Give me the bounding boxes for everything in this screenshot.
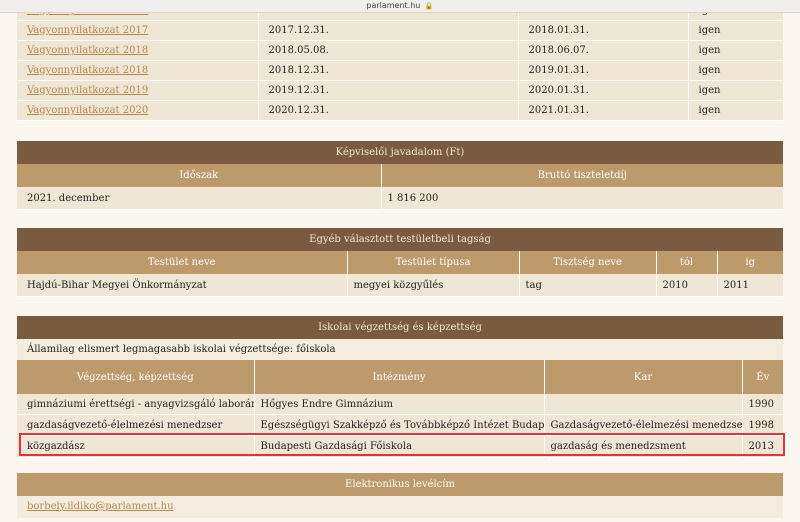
table-row: Vagyonnyilatkozat 2017 2017.12.31. 2018.…	[17, 20, 783, 41]
email-link[interactable]: borbely.ildiko@parlament.hu	[27, 501, 174, 512]
column-header: Intézmény	[254, 360, 545, 394]
section-title: Elektronikus levélcím	[17, 473, 783, 496]
table-row: Vagyonnyilatkozat 2018 2018.12.31. 2019.…	[17, 60, 783, 81]
table-row: 2021. december 1 816 200	[17, 187, 783, 210]
section-title: Iskolai végzettség és képzettség	[17, 316, 783, 339]
submission-date: 2020.01.31.	[518, 80, 689, 101]
body-name-cell: Hajdú-Bihar Megyei Önkormányzat	[17, 274, 348, 297]
domain-label: parlament.hu	[366, 1, 421, 10]
column-header: Testület típusa	[347, 251, 520, 274]
submitted-flag: igen	[688, 80, 783, 101]
wealth-declarations-table: Vagyonnyilatkozat 2016 2016.12.31. 2017.…	[17, 1, 783, 121]
submitted-flag: igen	[688, 40, 783, 61]
period-end: 2019.12.31.	[258, 80, 519, 101]
address-bar[interactable]: parlament.hu 🔒	[0, 0, 800, 13]
highest-education-line: Államilag elismert legmagasabb iskolai v…	[17, 339, 783, 360]
table-row: gazdaságvezető-élelmezési menedzser Egés…	[17, 414, 783, 436]
period-end: 2018.12.31.	[258, 60, 519, 81]
institution-cell: Egészségügyi Szakképző és Továbbképző In…	[254, 414, 545, 436]
degree-cell: gazdaságvezető-élelmezési menedzser	[17, 414, 255, 436]
from-year-cell: 2010	[656, 274, 718, 297]
submitted-flag: igen	[688, 60, 783, 81]
role-cell: tag	[519, 274, 657, 297]
highest-education-value: főiskola	[296, 344, 336, 355]
email-line: borbely.ildiko@parlament.hu	[17, 496, 783, 518]
column-header: ig	[717, 251, 783, 274]
period-cell: 2021. december	[17, 187, 382, 210]
salary-section: Képviselői javadalom (Ft) Időszak Bruttó…	[17, 141, 783, 210]
column-header: tól	[656, 251, 718, 274]
submission-date: 2021.01.31.	[518, 100, 689, 121]
submission-date: 2018.01.31.	[518, 20, 689, 41]
period-end: 2018.05.08.	[258, 40, 519, 61]
column-header: Kar	[544, 360, 743, 394]
section-title: Képviselői javadalom (Ft)	[17, 141, 783, 164]
amount-cell: 1 816 200	[381, 187, 783, 210]
submission-date: 2018.06.07.	[518, 40, 689, 61]
table-row: Hajdú-Bihar Megyei Önkormányzat megyei k…	[17, 274, 783, 297]
period-end: 2020.12.31.	[258, 100, 519, 121]
table-row: Vagyonnyilatkozat 2020 2020.12.31. 2021.…	[17, 100, 783, 121]
table-row: gimnáziumi érettségi - anyagvizsgáló lab…	[17, 394, 783, 415]
faculty-cell	[544, 394, 743, 415]
education-section: Iskolai végzettség és képzettség Államil…	[17, 316, 783, 458]
column-header: Év	[742, 360, 783, 394]
email-section: Elektronikus levélcím borbely.ildiko@par…	[17, 473, 783, 518]
column-header: Testület neve	[17, 251, 348, 274]
year-cell: 1990	[742, 394, 783, 415]
degree-cell: gimnáziumi érettségi - anyagvizsgáló lab…	[17, 394, 255, 415]
column-header: Bruttó tiszteletdíj	[381, 164, 783, 187]
declaration-link[interactable]: Vagyonnyilatkozat 2018	[27, 45, 148, 56]
column-header: Tisztség neve	[519, 251, 657, 274]
faculty-cell: Gazdaságvezető-élelmezési menedzser	[544, 414, 743, 436]
table-row: közgazdász Budapesti Gazdasági Főiskola …	[17, 435, 783, 458]
highest-education-label: Államilag elismert legmagasabb iskolai v…	[27, 344, 294, 355]
period-end: 2017.12.31.	[258, 20, 519, 41]
declaration-link[interactable]: Vagyonnyilatkozat 2020	[27, 105, 148, 116]
institution-cell: Hőgyes Endre Gimnázium	[254, 394, 545, 415]
submission-date: 2019.01.31.	[518, 60, 689, 81]
column-header: Időszak	[17, 164, 382, 187]
table-row: Vagyonnyilatkozat 2019 2019.12.31. 2020.…	[17, 80, 783, 101]
year-cell: 2013	[742, 435, 783, 458]
body-type-cell: megyei közgyűlés	[347, 274, 520, 297]
table-row: Vagyonnyilatkozat 2018 2018.05.08. 2018.…	[17, 40, 783, 61]
column-header: Végzettség, képzettség	[17, 360, 255, 394]
lock-icon: 🔒	[424, 2, 434, 10]
to-year-cell: 2011	[717, 274, 783, 297]
declaration-link[interactable]: Vagyonnyilatkozat 2019	[27, 85, 148, 96]
section-title: Egyéb választott testületbeli tagság	[17, 228, 783, 251]
degree-cell: közgazdász	[17, 435, 255, 458]
membership-section: Egyéb választott testületbeli tagság Tes…	[17, 228, 783, 297]
year-cell: 1998	[742, 414, 783, 436]
submitted-flag: igen	[688, 20, 783, 41]
institution-cell: Budapesti Gazdasági Főiskola	[254, 435, 545, 458]
declaration-link[interactable]: Vagyonnyilatkozat 2017	[27, 25, 148, 36]
faculty-cell: gazdaság és menedzsment	[544, 435, 743, 458]
submitted-flag: igen	[688, 100, 783, 121]
declaration-link[interactable]: Vagyonnyilatkozat 2018	[27, 65, 148, 76]
